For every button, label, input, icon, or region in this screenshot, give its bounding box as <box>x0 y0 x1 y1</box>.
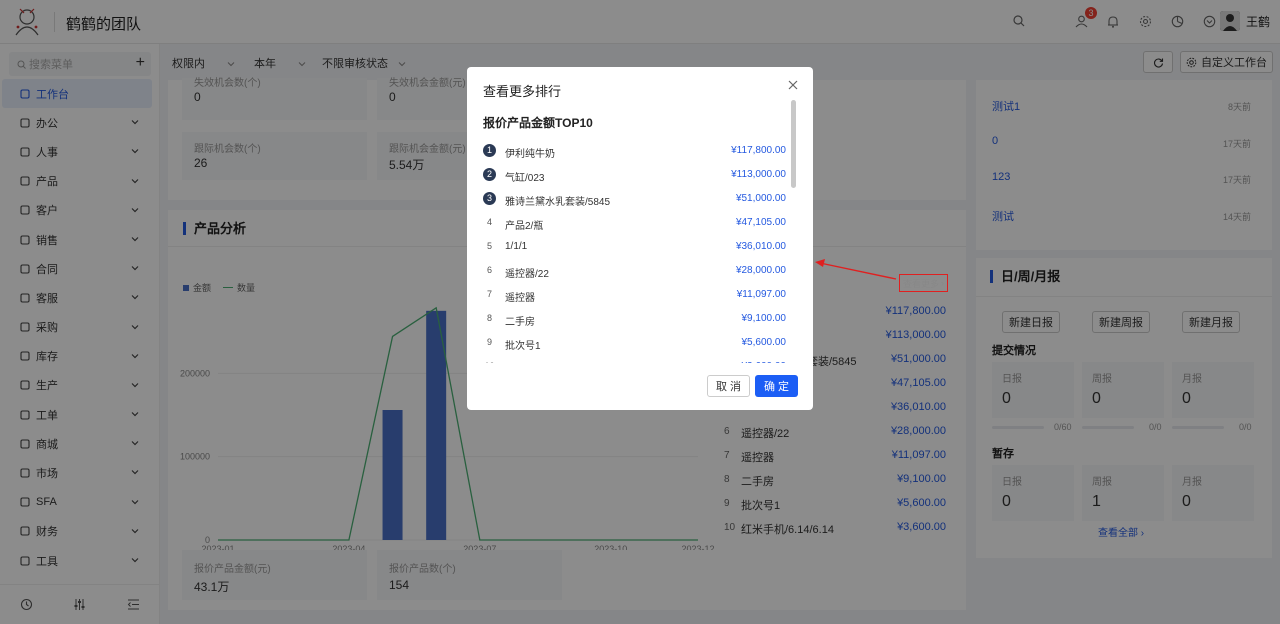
rank-number: 9 <box>486 337 492 347</box>
see-more-button[interactable]: 查看更多 › <box>899 274 948 292</box>
rank-name: 1/1/1 <box>505 241 528 252</box>
rank-amount: ¥113,000.00 <box>731 169 786 180</box>
dialog-ranking-row: 9 批次号1 ¥5,600.00 <box>467 331 797 355</box>
dialog-ranking-row: 4 产品2/瓶 ¥47,105.00 <box>467 211 797 235</box>
rank-number: 10 <box>483 360 496 363</box>
rank-name: 二手房 <box>505 317 535 328</box>
rank-number: 3 <box>483 192 496 205</box>
rank-amount: ¥51,000.00 <box>735 193 786 204</box>
rank-number: 5 <box>486 241 492 251</box>
rank-number: 4 <box>486 217 492 227</box>
annotation-arrow <box>815 259 897 280</box>
rank-number: 8 <box>486 313 492 323</box>
dialog-ranking-list[interactable]: 1 伊利纯牛奶 ¥117,800.00 2 气缸/023 ¥113,000.00 3 雅诗兰黛… <box>467 139 797 363</box>
dialog-ranking-row: 5 1/1/1 ¥36,010.00 <box>467 235 797 259</box>
rank-amount: ¥47,105.00 <box>735 217 786 228</box>
dialog-ranking-row: 3 雅诗兰黛水乳套装/5845 ¥51,000.00 <box>467 187 797 211</box>
rank-name: 伊利纯牛奶 <box>505 149 555 160</box>
dialog-ranking-row: 7 遥控器 ¥11,097.00 <box>467 283 797 307</box>
rank-amount: ¥11,097.00 <box>736 289 786 300</box>
dialog-title: 查看更多排行 <box>483 84 562 99</box>
rank-number: 1 <box>483 144 496 157</box>
dialog-ranking-row: 8 二手房 ¥9,100.00 <box>467 307 797 331</box>
confirm-button[interactable]: 确 定 <box>755 375 798 397</box>
see-more-ranking-dialog: 查看更多排行 报价产品金额TOP10 1 伊利纯牛奶 ¥117,800.00 2 气缸/… <box>467 67 813 410</box>
rank-name: 遥控器 <box>505 293 535 304</box>
dialog-subtitle: 报价产品金额TOP10 <box>483 116 593 130</box>
rank-name: 遥控器/22 <box>505 269 549 280</box>
rank-name: 产品2/瓶 <box>505 221 544 232</box>
rank-name: 红米手机/6.14/6.14 <box>505 361 589 363</box>
close-icon[interactable] <box>787 79 799 91</box>
dialog-ranking-row: 1 伊利纯牛奶 ¥117,800.00 <box>467 139 797 163</box>
rank-name: 批次号1 <box>505 341 541 352</box>
rank-amount: ¥117,800.00 <box>731 145 786 156</box>
dialog-ranking-row: 2 气缸/023 ¥113,000.00 <box>467 163 797 187</box>
rank-amount: ¥9,100.00 <box>741 313 787 324</box>
rank-name: 雅诗兰黛水乳套装/5845 <box>505 197 611 208</box>
see-more-label: 查看更多 <box>902 278 939 289</box>
rank-amount: ¥28,000.00 <box>735 265 786 276</box>
rank-amount: ¥5,600.00 <box>741 337 787 348</box>
rank-number: 7 <box>486 289 492 299</box>
rank-number: 2 <box>483 168 496 181</box>
dialog-scrollbar[interactable] <box>791 100 796 188</box>
rank-number: 6 <box>486 265 492 275</box>
rank-amount: ¥36,010.00 <box>735 241 786 252</box>
rank-amount: ¥3,600.00 <box>742 361 787 363</box>
cancel-button[interactable]: 取 消 <box>707 375 750 397</box>
rank-name: 气缸/023 <box>505 173 545 184</box>
dialog-ranking-row: 6 遥控器/22 ¥28,000.00 <box>467 259 797 283</box>
dialog-ranking-row: 10 红米手机/6.14/6.14 ¥3,600.00 <box>467 355 797 363</box>
chevron-right-icon: › <box>941 278 944 288</box>
